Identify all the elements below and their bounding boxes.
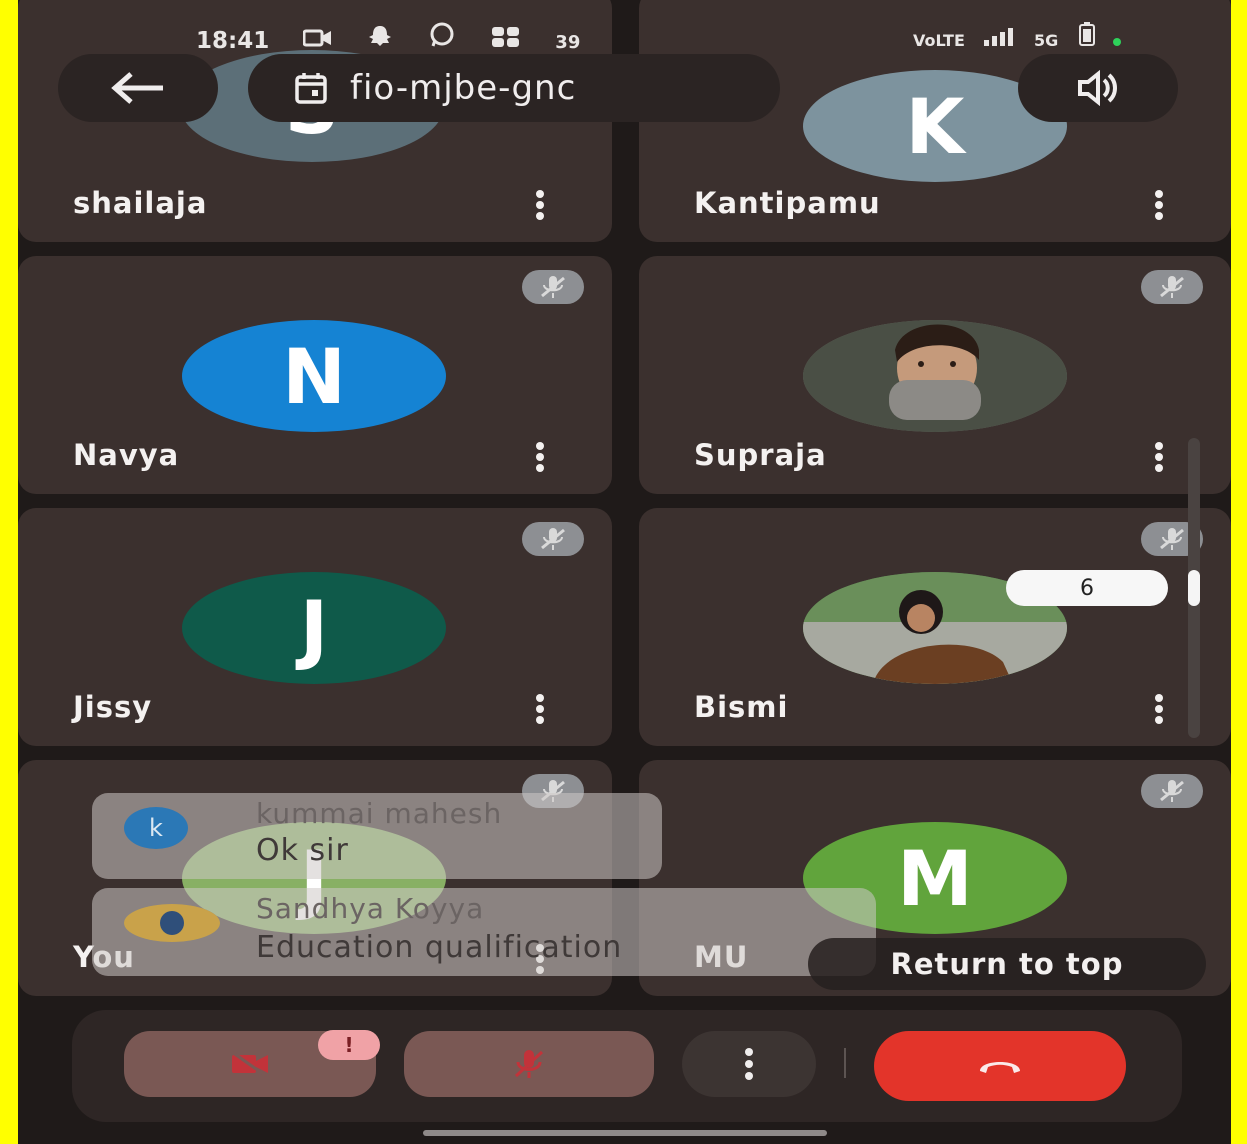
chat-sender: kummai mahesh xyxy=(256,797,503,830)
mic-off-icon xyxy=(514,1050,544,1078)
more-options-icon[interactable] xyxy=(1152,694,1166,724)
mic-off-icon xyxy=(1141,774,1203,808)
participant-tile[interactable]: N Navya xyxy=(18,256,612,494)
more-options-icon[interactable] xyxy=(533,442,547,472)
participant-name: Navya xyxy=(73,438,180,472)
scrollbar-thumb[interactable] xyxy=(1188,570,1200,606)
return-to-top-button[interactable]: Return to top xyxy=(808,938,1206,990)
end-call-button[interactable] xyxy=(874,1031,1126,1101)
snapchat-icon xyxy=(367,24,393,54)
chat-message: Education qualification xyxy=(256,930,623,965)
status-right: VoLTE 5G xyxy=(913,22,1147,50)
participant-tile[interactable]: Bismi xyxy=(639,508,1231,746)
more-options-icon[interactable] xyxy=(1152,190,1166,220)
participant-name: shailaja xyxy=(73,186,208,220)
controls-divider xyxy=(844,1048,846,1078)
more-vert-icon xyxy=(745,1048,753,1080)
chat-sender: Sandhya Koyya xyxy=(256,892,485,925)
participant-name: Kantipamu xyxy=(694,186,881,220)
back-button[interactable] xyxy=(58,54,218,122)
participant-tile[interactable]: J Jissy xyxy=(18,508,612,746)
participant-tile[interactable]: Supraja xyxy=(639,256,1231,494)
participant-avatar: J xyxy=(182,572,446,684)
whatsapp-icon xyxy=(427,22,457,54)
alert-badge-icon: ! xyxy=(318,1030,380,1060)
mic-off-icon xyxy=(522,270,584,304)
more-options-button[interactable] xyxy=(682,1031,816,1097)
mic-off-icon xyxy=(522,522,584,556)
participant-photo xyxy=(803,320,1067,432)
network-5g-label: 5G xyxy=(1034,31,1059,50)
video-status-icon xyxy=(302,28,333,54)
battery-icon xyxy=(1078,22,1096,50)
home-gesture-bar[interactable] xyxy=(423,1130,827,1136)
charging-dot-icon xyxy=(1113,31,1122,50)
microphone-toggle-button[interactable] xyxy=(404,1031,654,1097)
app-grid-icon xyxy=(491,26,521,54)
participant-name: Jissy xyxy=(73,690,153,724)
arrow-left-icon xyxy=(111,72,163,104)
meeting-code: fio-mjbe-gnc xyxy=(350,68,577,108)
volte-label: VoLTE xyxy=(913,31,965,50)
sender-avatar xyxy=(124,904,220,942)
chat-message: Ok sir xyxy=(256,833,349,868)
meet-screen: 18:41 39 VoLTE 5G S shailaja xyxy=(18,0,1231,1144)
more-options-icon[interactable] xyxy=(533,190,547,220)
phone-hangup-icon xyxy=(980,1062,1020,1073)
sender-avatar: k xyxy=(124,807,188,849)
notification-count: 39 xyxy=(555,32,581,53)
camera-off-icon xyxy=(231,1050,268,1078)
participant-name: Bismi xyxy=(694,690,789,724)
mic-off-icon xyxy=(1141,270,1203,304)
participant-name: Supraja xyxy=(694,438,827,472)
participant-avatar: N xyxy=(182,320,446,432)
reaction-count-badge[interactable]: 6 xyxy=(1006,570,1168,606)
status-time: 18:41 xyxy=(196,28,270,54)
chat-bubble[interactable]: Sandhya Koyya Education qualification xyxy=(92,888,876,976)
chat-bubble[interactable]: k kummai mahesh Ok sir xyxy=(92,793,662,879)
meeting-info-button[interactable]: fio-mjbe-gnc xyxy=(248,54,780,122)
speaker-icon xyxy=(1078,70,1117,106)
speaker-button[interactable] xyxy=(1018,54,1178,122)
more-options-icon[interactable] xyxy=(1152,442,1166,472)
signal-icon xyxy=(984,28,1018,50)
calendar-icon xyxy=(295,73,327,104)
status-left: 18:41 39 xyxy=(196,22,606,54)
more-options-icon[interactable] xyxy=(533,694,547,724)
